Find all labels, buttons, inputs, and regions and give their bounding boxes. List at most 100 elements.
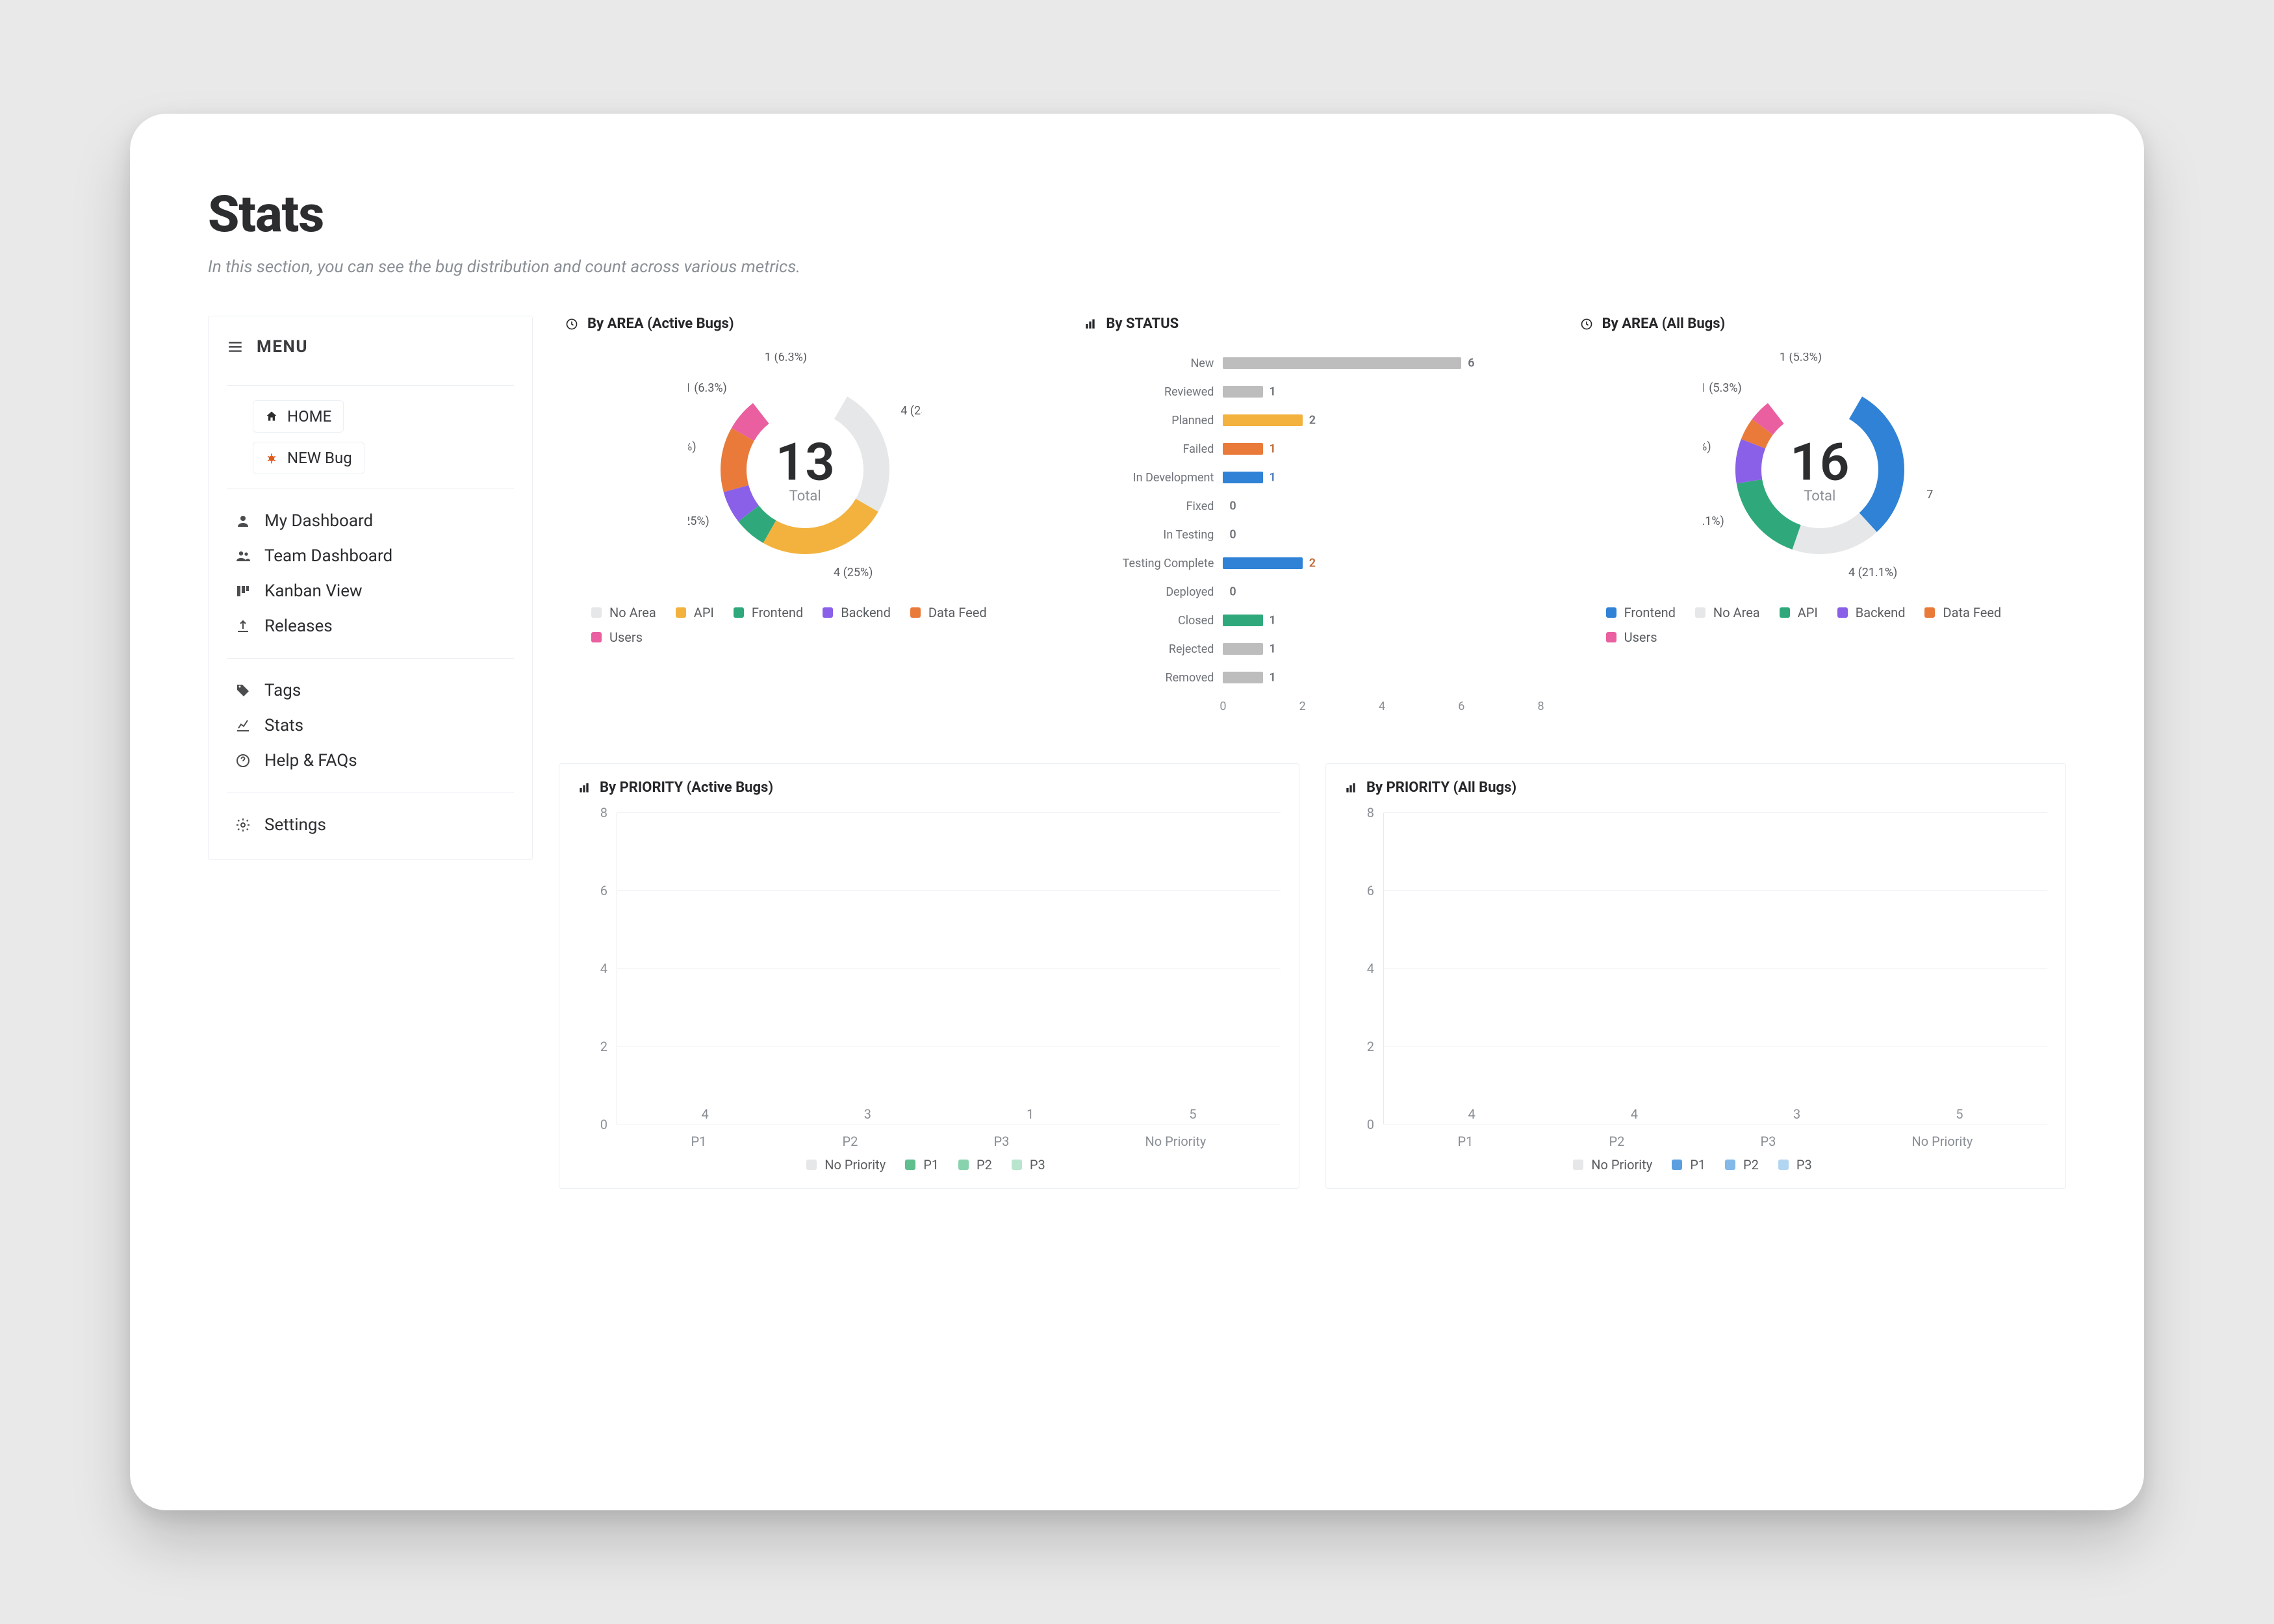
donut-label: 7 (36.8%) xyxy=(1926,488,1937,501)
bar-value-label: 3 xyxy=(864,1106,871,1122)
sidebar-item-help-faqs[interactable]: Help & FAQs xyxy=(229,743,514,778)
chart-icon xyxy=(233,718,253,733)
status-row: New6 xyxy=(1084,350,1540,376)
status-row: In Testing0 xyxy=(1084,522,1540,548)
sidebar-item-settings[interactable]: Settings xyxy=(229,807,514,843)
legend-item: P1 xyxy=(905,1157,939,1173)
new-bug-button[interactable]: NEW Bug xyxy=(253,442,364,474)
page-subtitle: In this section, you can see the bug dis… xyxy=(208,257,2066,277)
bar-value-label: 4 xyxy=(1631,1106,1638,1122)
hamburger-icon xyxy=(227,338,244,355)
donut-slice xyxy=(1792,513,1876,554)
sidebar-item-kanban-view[interactable]: Kanban View xyxy=(229,574,514,609)
axis-tick: 0 xyxy=(1367,1117,1374,1132)
bar-chart-icon xyxy=(578,781,591,794)
help-icon xyxy=(233,753,253,768)
axis-tick: 2 xyxy=(1367,1039,1374,1054)
donut-slice xyxy=(1849,396,1904,532)
donut-label: 4 (25%) xyxy=(688,514,709,528)
home-button[interactable]: HOME xyxy=(253,400,344,433)
axis-tick: 2 xyxy=(600,1039,607,1054)
card-area-active: By AREA (Active Bugs) 4 (25%)4 (25%)4 (2… xyxy=(559,316,1051,718)
status-row: Reviewed1 xyxy=(1084,379,1540,405)
menu-title: MENU xyxy=(227,333,514,371)
legend-item: Users xyxy=(591,629,643,645)
legend-area-all: FrontendNo AreaAPIBackendData FeedUsers xyxy=(1580,597,2060,645)
status-row: Rejected1 xyxy=(1084,636,1540,662)
card-area-all: By AREA (All Bugs) 7 (36.8%)4 (21.1%)4 (… xyxy=(1574,316,2066,718)
axis-tick: 2 xyxy=(1299,700,1306,713)
status-row: Testing Complete2 xyxy=(1084,550,1540,576)
bug-icon xyxy=(265,451,278,464)
donut-slice xyxy=(763,499,878,554)
axis-tick: 0 xyxy=(600,1117,607,1132)
bar-chart-icon xyxy=(1344,781,1357,794)
axis-tick: 8 xyxy=(600,805,607,820)
status-bars: New6Reviewed1Planned2Failed1In Developme… xyxy=(1084,349,1540,697)
legend-item: No Priority xyxy=(1573,1157,1652,1173)
donut-label: 1 (6.3%) xyxy=(765,353,807,364)
donut-label: 1 (6.3%) xyxy=(688,381,727,395)
status-row: Deployed0 xyxy=(1084,579,1540,605)
sidebar-item-my-dashboard[interactable]: My Dashboard xyxy=(229,503,514,539)
upload-icon xyxy=(233,618,253,634)
donut-label: 4 (25%) xyxy=(834,566,873,579)
donut-label: 1 (5.3%) xyxy=(1780,353,1822,364)
sidebar-item-stats[interactable]: Stats xyxy=(229,708,514,743)
legend-item: P1 xyxy=(1672,1157,1706,1173)
axis-category: P3 xyxy=(1760,1134,1776,1149)
clock-icon xyxy=(1580,318,1593,331)
axis-tick: 8 xyxy=(1367,805,1374,820)
card-priority-all: By PRIORITY (All Bugs) 024684435 P1P2P3N… xyxy=(1325,763,2066,1189)
page-header: Stats In this section, you can see the b… xyxy=(208,185,2066,277)
donut-area-active: 4 (25%) 4 (25%) 4 (25%) 2 (12.5%) 1 (6.3%) 1 … xyxy=(565,349,1045,597)
legend-item: No Area xyxy=(1695,605,1760,620)
sidebar-item-releases[interactable]: Releases xyxy=(229,609,514,644)
sidebar-item-team-dashboard[interactable]: Team Dashboard xyxy=(229,539,514,574)
legend-item: No Area xyxy=(591,605,656,620)
clock-icon xyxy=(565,318,578,331)
axis-category: P1 xyxy=(691,1134,707,1149)
axis-tick: 4 xyxy=(600,961,607,976)
axis-tick: 4 xyxy=(1367,961,1374,976)
axis-tick: 6 xyxy=(1367,883,1374,898)
chart-priority-active: 024684315 xyxy=(578,813,1281,1124)
card-priority-active: By PRIORITY (Active Bugs) 024684315 P1P2… xyxy=(559,763,1299,1189)
donut-label: 2 (12.5%) xyxy=(688,440,696,453)
axis-tick: 4 xyxy=(1379,700,1385,713)
legend-item: Backend xyxy=(1837,605,1906,620)
bar-value-label: 4 xyxy=(702,1106,709,1122)
bar-value-label: 5 xyxy=(1956,1106,1963,1122)
legend-item: P3 xyxy=(1012,1157,1045,1173)
status-axis: 02468 xyxy=(1223,697,1540,718)
axis-tick: 0 xyxy=(1220,700,1226,713)
user-icon xyxy=(233,513,253,529)
legend-item: P2 xyxy=(958,1157,992,1173)
axis-tick: 8 xyxy=(1538,700,1544,713)
legend-item: API xyxy=(1780,605,1818,620)
bar-value-label: 5 xyxy=(1189,1106,1196,1122)
axis-category: P2 xyxy=(843,1134,858,1149)
sidebar-item-tags[interactable]: Tags xyxy=(229,673,514,708)
axis-tick: 6 xyxy=(600,883,607,898)
axis-category: No Priority xyxy=(1911,1134,1973,1149)
status-row: Fixed0 xyxy=(1084,493,1540,519)
donut-label: 4 (25%) xyxy=(901,404,922,418)
donut-label: 4 (21.1%) xyxy=(1848,566,1897,579)
legend-item: Frontend xyxy=(734,605,803,620)
app-window: Stats In this section, you can see the b… xyxy=(130,114,2144,1510)
gear-icon xyxy=(233,817,253,833)
status-row: Failed1 xyxy=(1084,436,1540,462)
axis-category: P2 xyxy=(1609,1134,1625,1149)
legend-item: Data Feed xyxy=(910,605,987,620)
donut-label: 4 (21.1%) xyxy=(1703,514,1724,528)
card-status: By STATUS New6Reviewed1Planned2Failed1In… xyxy=(1077,316,1547,718)
legend-area-active: No AreaAPIFrontendBackendData FeedUsers xyxy=(565,597,1045,645)
status-row: Closed1 xyxy=(1084,607,1540,633)
status-row: Removed1 xyxy=(1084,665,1540,691)
legend-item: P2 xyxy=(1725,1157,1759,1173)
legend-item: Frontend xyxy=(1606,605,1676,620)
donut-label: 2 (10.5%) xyxy=(1703,440,1711,453)
legend-item: P3 xyxy=(1778,1157,1812,1173)
axis-category: P1 xyxy=(1458,1134,1474,1149)
